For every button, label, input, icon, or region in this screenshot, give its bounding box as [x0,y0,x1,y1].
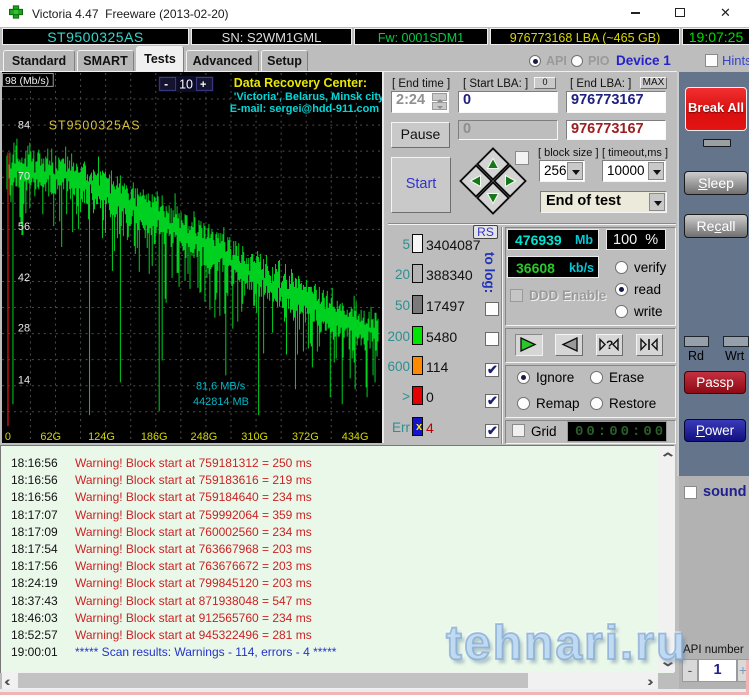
svg-text:28: 28 [18,323,30,335]
svg-text:372G: 372G [292,431,319,443]
svg-text:56: 56 [18,221,30,233]
svg-text:434G: 434G [342,431,369,443]
svg-text:248G: 248G [191,431,218,443]
svg-text:0: 0 [5,431,11,443]
svg-text:-: - [164,77,168,91]
svg-text:Data Recovery Center:: Data Recovery Center: [234,76,367,90]
svg-text:81,6 MB/s: 81,6 MB/s [196,380,246,392]
svg-text:70: 70 [18,170,30,182]
svg-text:310G: 310G [241,431,268,443]
svg-text:84: 84 [18,120,30,132]
svg-text:ST9500325AS: ST9500325AS [49,119,141,133]
svg-text:10: 10 [179,77,193,91]
svg-text:124G: 124G [88,431,115,443]
svg-text:442814 MB: 442814 MB [193,396,249,408]
svg-text:42: 42 [18,272,30,284]
svg-text:?: ? [606,338,613,352]
svg-text:98 (Mb/s): 98 (Mb/s) [5,76,49,87]
svg-text:E-mail: sergei@hdd-911.com: E-mail: sergei@hdd-911.com [230,103,380,115]
svg-text:'Victoria', Belarus, Minsk cit: 'Victoria', Belarus, Minsk city [234,91,384,103]
svg-text:62G: 62G [40,431,61,443]
svg-text:14: 14 [18,374,30,386]
svg-text:+: + [200,79,206,91]
svg-text:186G: 186G [141,431,168,443]
